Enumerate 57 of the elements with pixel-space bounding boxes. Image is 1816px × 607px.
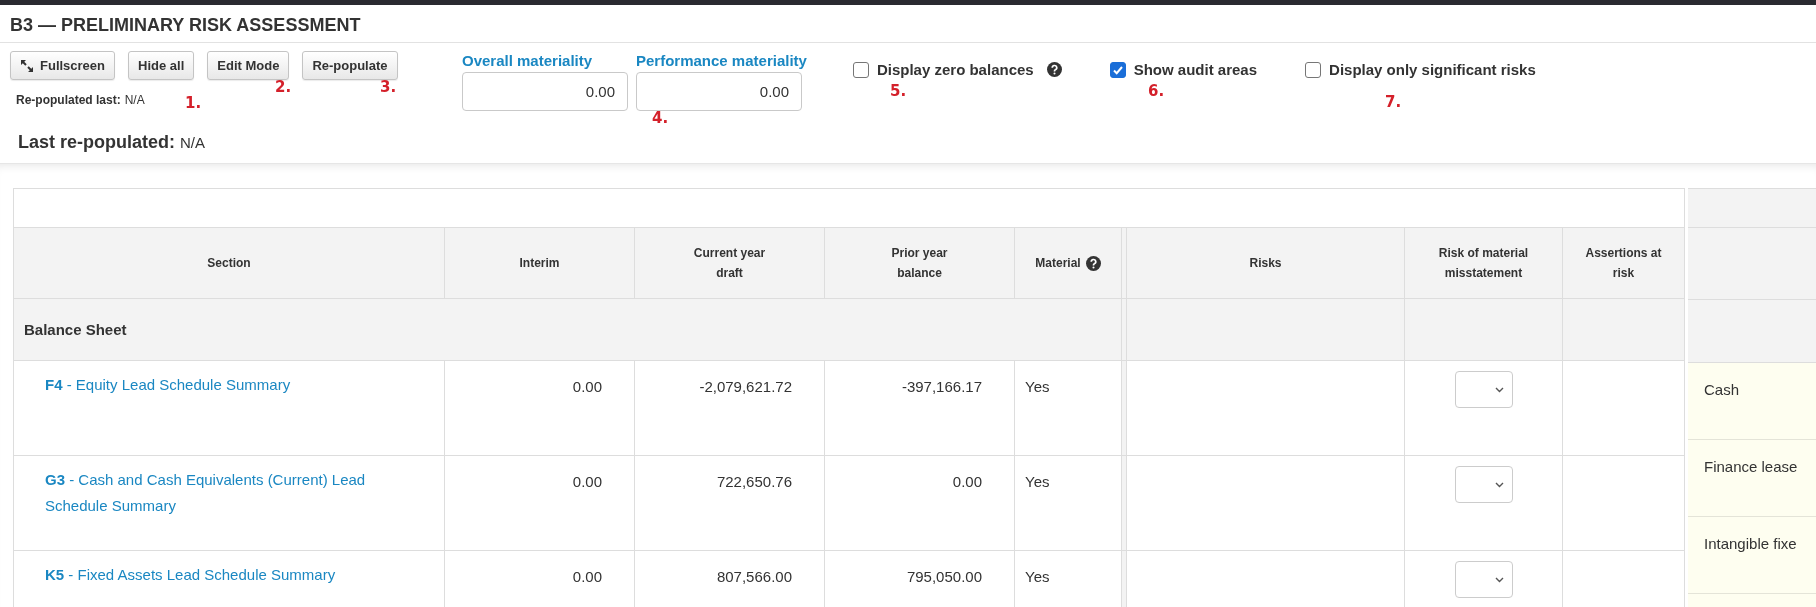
amount-cell: 0.00 [572,378,602,395]
schedule-link[interactable]: K5 - Fixed Assets Lead Schedule Summary [45,562,394,588]
schedule-link[interactable]: F4 - Equity Lead Schedule Summary [45,372,394,398]
schedule-link[interactable]: G3 - Cash and Cash Equivalents (Current) Lead Schedule Summary [45,467,394,519]
checkbox[interactable] [1109,61,1126,78]
step-number: 2. [275,78,292,96]
checkbox-label: Display only significant risks [1329,61,1536,78]
repopulated-value: N/A [124,93,145,107]
column-header: Prior year balance [890,245,949,282]
column-header: Material [1035,255,1081,272]
amount-cell: 0.00 [572,568,602,585]
chevron-down-icon [1494,481,1504,488]
materiality-field[interactable]: 0.00 [462,72,628,111]
chevron-down-icon [1494,386,1504,393]
checkbox[interactable] [852,61,869,78]
amount-cell: 0.00 [952,473,982,490]
column-header: Section [207,255,251,272]
repopulated-label: Last re-populated: [18,132,175,153]
step-number: 4. [652,109,669,127]
toolbar-button[interactable]: Re-populate [302,51,398,80]
amount-cell: -397,166.17 [901,378,982,395]
field-label: Performance materiality [636,52,807,69]
amount-cell: 0.00 [572,473,602,490]
audit-area-cell: Finance lease [1688,440,1816,517]
amount-cell: 722,650.76 [716,473,792,490]
amount-cell: 807,566.00 [716,568,792,585]
diagonal-arrows-icon [20,58,34,73]
column-header: Assertions at risk [1584,245,1663,282]
step-number: 7. [1385,93,1402,111]
material-cell: Yes [1025,473,1050,490]
step-number: 5. [890,82,907,100]
chevron-down-icon [1494,576,1504,583]
column-header: Risks [1249,255,1282,272]
toolbar-button[interactable]: Fullscreen [10,51,116,80]
field-label: Overall materiality [462,52,594,69]
step-number: 1. [185,94,202,112]
material-cell: Yes [1025,378,1050,395]
checkbox[interactable] [1305,61,1322,78]
checkbox-label: Display zero balances [876,61,1034,78]
page-title: B3 — PRELIMINARY RISK ASSESSMENT [0,5,1816,43]
audit-area-cell: Cash [1688,363,1816,440]
materiality-field[interactable]: 0.00 [636,72,802,111]
step-number: 3. [380,78,397,96]
material-cell: Yes [1025,568,1050,585]
repopulated-label: Re-populated last: [16,93,121,107]
column-header: Risk of material misstatement [1438,245,1529,282]
column-header: Interim [519,255,560,272]
amount-cell: -2,079,621.72 [699,378,792,395]
section-heading: Balance Sheet [14,299,1122,361]
amount-cell: 795,050.00 [906,568,982,585]
repopulated-value: N/A [180,134,206,151]
toolbar-button[interactable]: Hide all [128,51,195,80]
audit-area-cell: Intangible fixe [1688,517,1816,594]
step-number: 6. [1148,82,1165,100]
toolbar-button[interactable]: Edit Mode [207,51,290,80]
column-header: Current year draft [692,245,767,282]
checkbox-label: Show audit areas [1133,61,1258,78]
